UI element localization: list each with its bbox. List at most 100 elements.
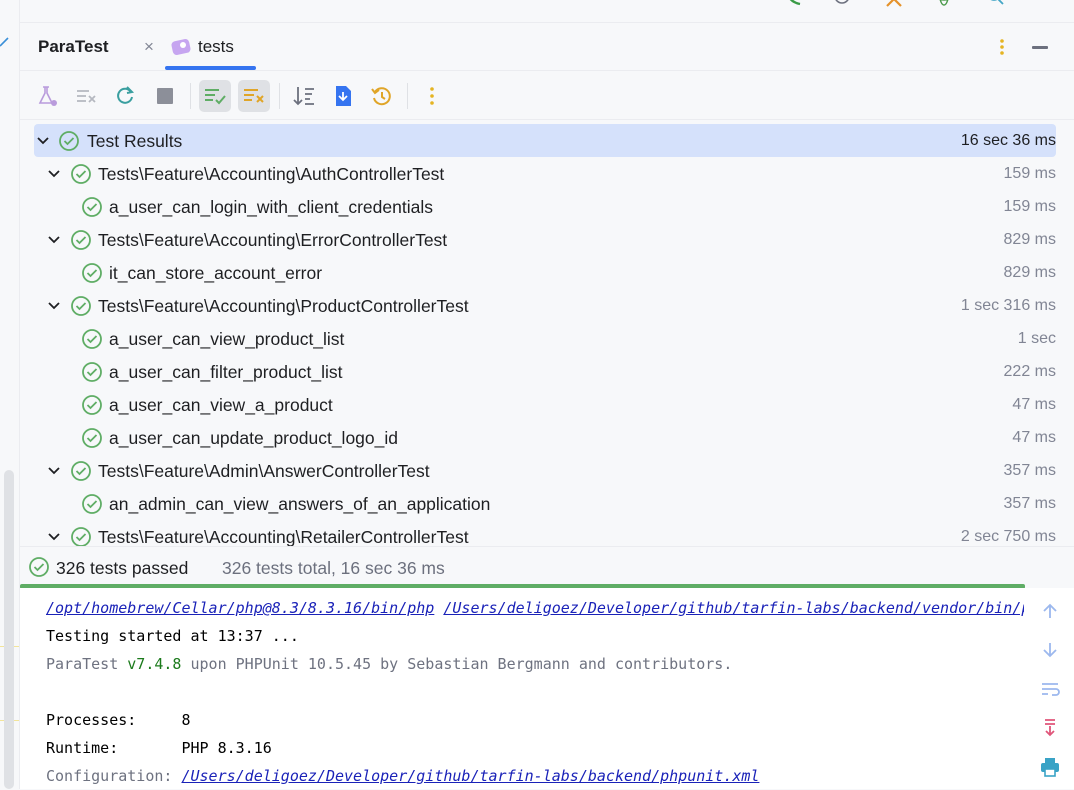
tree-row-label: Tests\Feature\Accounting\RetailerControl… [98,527,469,546]
tree-row-test[interactable]: a_user_can_view_product_list 1 sec [20,322,1074,355]
phone-icon[interactable] [784,0,804,8]
toolbar-separator [279,83,280,109]
tree-row-root[interactable]: Test Results 16 sec 36 ms [34,124,1056,157]
close-x-icon[interactable] [884,0,904,8]
tree-row-suite[interactable]: Tests\Feature\Accounting\RetailerControl… [20,520,1074,546]
collapse-arrow-icon[interactable] [0,34,10,50]
console-line: Runtime: PHP 8.3.16 [46,734,1024,762]
chevron-down-icon[interactable] [47,299,61,313]
arrow-up-icon[interactable] [1039,600,1061,622]
scroll-to-end-icon[interactable] [1039,717,1061,739]
tree-row-label: a_user_can_view_product_list [109,329,345,349]
test-results-tree: Test Results 16 sec 36 ms Tests\Feature\… [20,120,1074,546]
chevron-down-icon[interactable] [47,464,61,478]
stop-icon [157,88,173,104]
tree-row-label: Tests\Feature\Accounting\ErrorController… [98,230,448,250]
soft-wrap-icon[interactable] [1039,678,1061,700]
show-ignored-icon [244,89,264,103]
toolbar-separator [190,83,191,109]
rerun-icon [117,86,135,104]
chevron-down-icon[interactable] [47,167,61,181]
test-status-bar: 326 tests passed 326 tests total, 16 sec… [20,546,1074,589]
tree-row-label: Test Results [87,131,183,151]
atom-icon[interactable] [934,0,954,8]
print-icon[interactable] [1039,756,1061,778]
tool-window-header: ParaTest × tests [20,23,1074,71]
tree-row-duration: 47 ms [1012,429,1056,446]
php-path-link[interactable]: /opt/homebrew/Cellar/php@8.3/8.3.16/bin/… [46,599,434,617]
minimize-icon[interactable] [1032,46,1048,49]
php-test-icon [171,39,191,55]
tree-row-duration: 829 ms [1003,231,1056,248]
processes-value: 8 [181,711,191,729]
passed-check-icon [82,362,102,382]
tree-row-duration: 222 ms [1003,363,1056,380]
top-toolbar-strip [20,0,1074,23]
runtime-value: PHP 8.3.16 [181,739,272,757]
import-tests-icon [336,86,351,106]
close-tab-icon[interactable]: × [144,38,154,55]
options-menu-icon[interactable] [992,36,1012,58]
arrow-down-icon[interactable] [1039,639,1061,661]
tree-row-suite[interactable]: Tests\Feature\Accounting\ProductControll… [20,289,1074,322]
rerun-failed-button[interactable] [70,80,102,112]
tests-summary-label: 326 tests total, 16 sec 36 ms [222,558,445,578]
tests-passed-label: 326 tests passed [56,558,189,578]
tree-row-test[interactable]: a_user_can_view_a_product 47 ms [20,388,1074,421]
tree-row-label: Tests\Feature\Accounting\ProductControll… [98,296,469,316]
paratest-version: v7.4.8 [127,655,182,673]
history-button[interactable] [366,80,398,112]
tree-row-suite[interactable]: Tests\Feature\Accounting\ErrorController… [20,223,1074,256]
configuration-label: Configuration: [46,767,182,785]
tree-row-duration: 159 ms [1003,198,1056,215]
tree-row-test[interactable]: a_user_can_login_with_client_credentials… [20,190,1074,223]
chevron-down-icon[interactable] [47,233,61,247]
more-icon [430,87,434,105]
toolbar-separator [407,83,408,109]
chevron-down-icon[interactable] [47,530,61,544]
passed-check-icon [82,329,102,349]
configuration-link[interactable]: /Users/deligoez/Developer/github/tarfin-… [181,767,759,785]
show-passed-button[interactable] [199,80,231,112]
chevron-down-icon[interactable] [36,134,50,148]
more-vertical-icon[interactable] [1038,0,1058,8]
show-ignored-button[interactable] [238,80,270,112]
tab-tests[interactable]: tests [198,37,234,57]
vendor-path-link[interactable]: /Users/deligoez/Developer/github/tarfin-… [443,599,1024,617]
tree-row-duration: 2 sec 750 ms [960,528,1056,545]
import-tests-button[interactable] [327,80,359,112]
tree-row-duration: 357 ms [1003,462,1056,479]
sort-button[interactable] [288,80,320,112]
console-line: Processes: 8 [46,706,1024,734]
tree-row-test[interactable]: an_admin_can_view_answers_of_an_applicat… [20,487,1074,520]
runtime-label: Runtime: [46,739,182,757]
active-tab-indicator [165,66,256,70]
paratest-info: upon PHPUnit 10.5.45 by Sebastian Bergma… [181,655,733,673]
tree-row-duration: 1 sec [1017,330,1056,347]
passed-check-icon [71,461,91,481]
stop-button[interactable] [149,80,181,112]
tree-row-label: it_can_store_account_error [109,263,323,283]
tree-row-test[interactable]: a_user_can_update_product_logo_id 47 ms [20,421,1074,454]
tree-row-suite[interactable]: Tests\Feature\Admin\AnswerControllerTest… [20,454,1074,487]
more-actions-button[interactable] [416,80,448,112]
passed-check-icon [82,428,102,448]
passed-check-icon [82,197,102,217]
tree-row-duration: 16 sec 36 ms [960,132,1056,149]
tree-row-suite[interactable]: Tests\Feature\Accounting\AuthControllerT… [20,157,1074,190]
rerun-button[interactable] [109,80,141,112]
test-runner-toolbar [20,71,1074,120]
gutter-scrollbar[interactable] [4,470,14,789]
search-icon[interactable] [986,0,1006,8]
run-tests-button[interactable] [31,80,63,112]
tree-row-duration: 159 ms [1003,165,1056,182]
tree-row-test[interactable]: it_can_store_account_error 829 ms [20,256,1074,289]
console-side-toolbar [1025,588,1074,789]
show-passed-icon [205,89,226,105]
tree-row-test[interactable]: a_user_can_filter_product_list 222 ms [20,355,1074,388]
passed-check-icon [71,230,91,250]
at-icon[interactable] [832,0,852,8]
tree-row-duration: 829 ms [1003,264,1056,281]
passed-check-icon [82,494,102,514]
